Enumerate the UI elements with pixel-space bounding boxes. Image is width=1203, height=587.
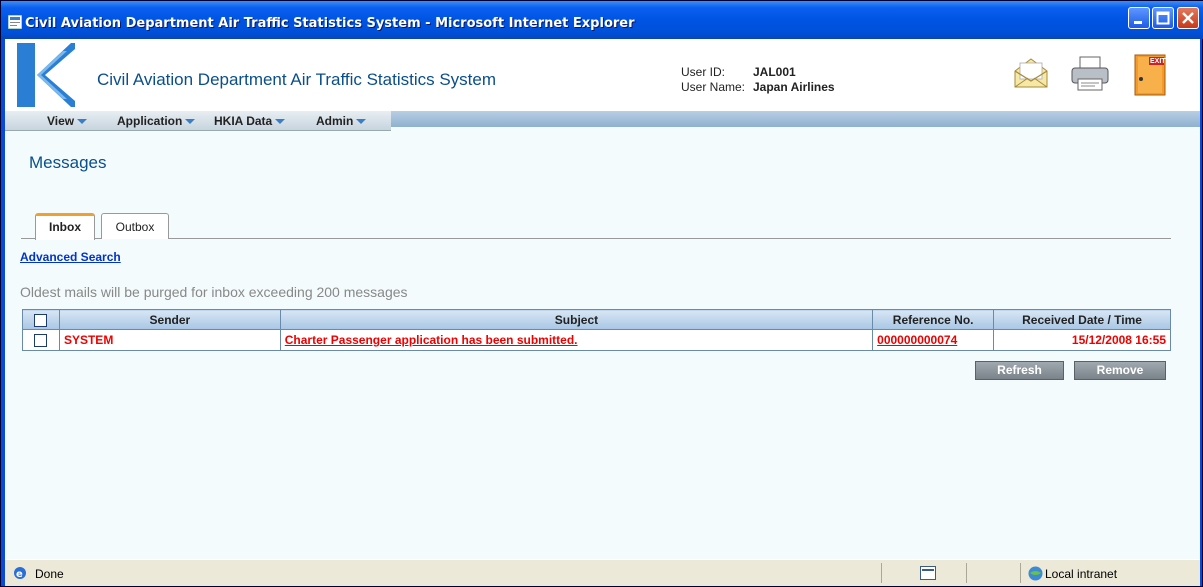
maximize-icon: [1156, 11, 1170, 25]
chevron-down-icon: [185, 119, 196, 125]
advanced-search-link[interactable]: Advanced Search: [20, 250, 121, 264]
mail-icon[interactable]: [1011, 53, 1051, 93]
reference-link[interactable]: 000000000074: [877, 333, 957, 347]
table-header-row: Sender Subject Reference No. Received Da…: [22, 309, 1171, 330]
window-title: Civil Aviation Department Air Traffic St…: [25, 16, 635, 31]
header-reference[interactable]: Reference No.: [872, 309, 995, 330]
page-title: Messages: [29, 153, 107, 172]
cell-sender: SYSTEM: [58, 329, 281, 351]
close-icon: [1182, 12, 1194, 24]
header-received[interactable]: Received Date / Time: [993, 309, 1171, 330]
chevron-down-icon: [77, 119, 88, 125]
cell-reference: 000000000074: [872, 329, 995, 351]
app-header: Civil Aviation Department Air Traffic St…: [5, 39, 1200, 111]
status-text: Done: [35, 567, 64, 581]
svg-text:e: e: [16, 569, 23, 580]
user-info: User ID: JAL001 User Name: Japan Airlines: [681, 65, 835, 95]
app-title: Civil Aviation Department Air Traffic St…: [97, 70, 497, 89]
menu-view[interactable]: View: [47, 114, 88, 128]
status-divider: [881, 563, 882, 583]
menu-hkia-data-label: HKIA Data: [214, 114, 273, 128]
title-bar[interactable]: Civil Aviation Department Air Traffic St…: [1, 1, 1203, 39]
status-divider: [966, 563, 967, 583]
cell-subject: Charter Passenger application has been s…: [279, 329, 874, 351]
table-row: SYSTEM Charter Passenger application has…: [22, 329, 1171, 351]
exit-label: EXIT: [1150, 58, 1166, 65]
chevron-down-icon: [356, 119, 367, 125]
subject-link[interactable]: Charter Passenger application has been s…: [285, 333, 578, 347]
row-select-cell: [22, 329, 60, 351]
ie-page-icon: e: [14, 567, 26, 580]
user-name-label: User Name:: [681, 80, 746, 94]
printer-icon[interactable]: [1069, 53, 1111, 93]
inbox-table: Sender Subject Reference No. Received Da…: [22, 309, 1171, 351]
tab-bar: Inbox Outbox: [21, 213, 1171, 240]
zone-text: Local intranet: [1045, 567, 1118, 581]
page-status-icon: [920, 566, 936, 580]
status-divider: [1020, 563, 1021, 583]
close-button[interactable]: [1177, 7, 1199, 29]
tab-outbox[interactable]: Outbox: [101, 213, 169, 239]
status-bar: e Done Local intranet: [5, 559, 1200, 586]
remove-button[interactable]: Remove: [1074, 361, 1166, 380]
header-subject[interactable]: Subject: [279, 309, 874, 330]
browser-window: Civil Aviation Department Air Traffic St…: [0, 0, 1203, 587]
row-checkbox[interactable]: [34, 334, 48, 348]
menu-application[interactable]: Application: [117, 114, 196, 128]
menu-hkia-data[interactable]: HKIA Data: [214, 114, 286, 128]
cad-logo: [15, 41, 75, 109]
menu-admin[interactable]: Admin: [316, 114, 367, 128]
minimize-button[interactable]: [1128, 7, 1150, 29]
menu-view-label: View: [47, 114, 75, 128]
user-id-label: User ID:: [681, 65, 726, 79]
refresh-button[interactable]: Refresh: [975, 361, 1064, 380]
user-name-value: Japan Airlines: [753, 80, 835, 94]
ie-icon: [8, 15, 22, 29]
header-sender[interactable]: Sender: [58, 309, 281, 330]
select-all-header: [22, 309, 60, 330]
purge-note: Oldest mails will be purged for inbox ex…: [20, 284, 408, 300]
browser-content: Civil Aviation Department Air Traffic St…: [5, 39, 1200, 559]
tab-inbox[interactable]: Inbox: [35, 213, 95, 240]
menu-application-label: Application: [117, 114, 183, 128]
cell-received: 15/12/2008 16:55: [993, 329, 1171, 351]
intranet-globe-icon: [1028, 566, 1043, 581]
minimize-icon: [1134, 21, 1142, 24]
menu-area: View Application HKIA Data Admin: [5, 111, 391, 131]
chevron-down-icon: [275, 119, 286, 125]
select-all-checkbox[interactable]: [34, 313, 48, 327]
menu-bar: View Application HKIA Data Admin: [5, 111, 1200, 131]
user-id-value: JAL001: [753, 65, 796, 79]
menu-admin-label: Admin: [316, 114, 354, 128]
maximize-button[interactable]: [1152, 7, 1174, 29]
